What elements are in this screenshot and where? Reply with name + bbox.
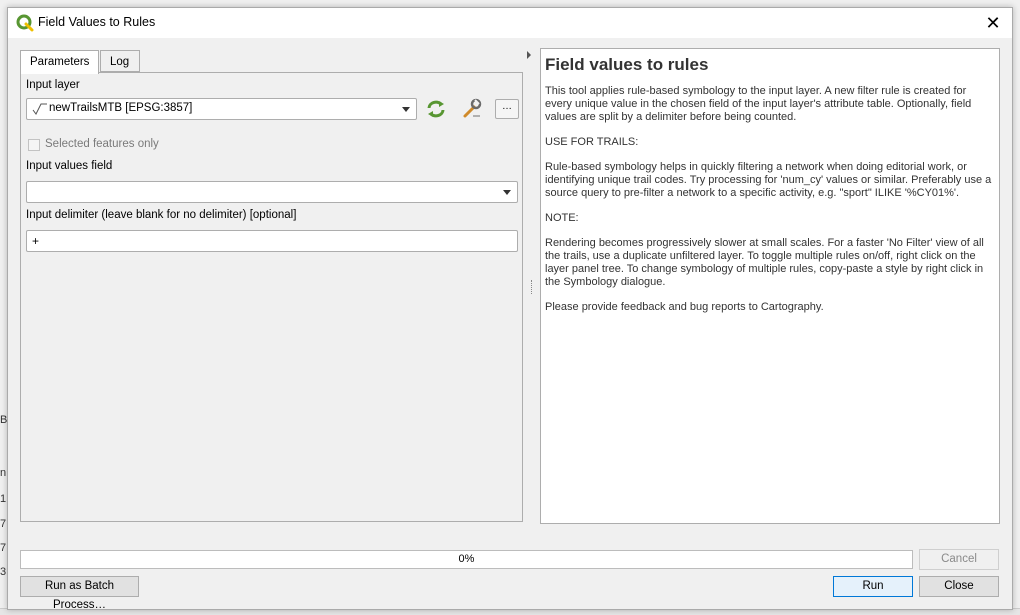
advanced-options-button[interactable] — [460, 97, 484, 121]
values-field-combo[interactable] — [26, 181, 518, 203]
input-layer-value: newTrailsMTB [EPSG:3857] — [49, 102, 193, 114]
background-fragment: n — [0, 467, 7, 479]
tab-parameters[interactable]: Parameters — [20, 50, 100, 74]
more-options-button[interactable]: … — [495, 99, 519, 119]
help-paragraph: USE FOR TRAILS: — [545, 136, 639, 148]
progress-label: 0% — [458, 553, 475, 565]
chevron-down-icon — [503, 190, 511, 195]
background-fragment: 3 — [0, 566, 7, 578]
qgis-logo-icon — [16, 14, 34, 32]
run-button[interactable]: Run — [833, 576, 913, 597]
iterate-button[interactable] — [424, 97, 448, 121]
delimiter-label: Input delimiter (leave blank for no deli… — [26, 209, 297, 221]
input-layer-label: Input layer — [26, 79, 80, 91]
help-paragraph: Rule-based symbology helps in quickly fi… — [545, 161, 992, 199]
tab-log[interactable]: Log — [100, 50, 140, 72]
help-title: Field values to rules — [545, 55, 709, 74]
parameters-panel: Input layer newTrailsMTB [EPSG:3857] … S… — [20, 72, 523, 522]
help-paragraph: NOTE: — [545, 212, 579, 224]
help-panel: Field values to rules This tool applies … — [540, 48, 1000, 524]
window-title: Field Values to Rules — [38, 15, 156, 29]
selected-only-checkbox[interactable] — [28, 139, 40, 151]
collapse-arrow-icon[interactable] — [527, 51, 531, 59]
line-layer-icon — [32, 103, 47, 115]
title-bar: Field Values to Rules ✕ — [8, 8, 1012, 38]
close-icon[interactable]: ✕ — [980, 10, 1006, 36]
background-fragment: 7 — [0, 518, 7, 530]
selected-only-label: Selected features only — [45, 138, 159, 150]
background-fragment: 1 — [0, 493, 7, 505]
batch-process-button[interactable]: Run as Batch Process… — [20, 576, 139, 611]
delimiter-input[interactable]: + — [26, 230, 518, 252]
progress-bar: 0% — [20, 550, 913, 569]
splitter-handle[interactable] — [531, 280, 534, 294]
help-paragraph: Rendering becomes progressively slower a… — [545, 237, 984, 288]
wrench-icon — [463, 98, 482, 118]
chevron-down-icon — [402, 107, 410, 112]
dialog-window: Field Values to Rules ✕ Parameters Log I… — [7, 7, 1013, 611]
help-paragraph: This tool applies rule-based symbology t… — [545, 85, 972, 123]
delimiter-value: + — [32, 234, 40, 248]
cancel-button[interactable]: Cancel — [919, 549, 999, 570]
close-button[interactable]: Close — [919, 576, 999, 597]
input-layer-combo[interactable]: newTrailsMTB [EPSG:3857] — [26, 98, 417, 120]
values-field-label: Input values field — [26, 160, 113, 172]
help-paragraph: Please provide feedback and bug reports … — [545, 301, 824, 313]
background-fragment: 7 — [0, 542, 7, 554]
refresh-icon — [427, 100, 445, 118]
